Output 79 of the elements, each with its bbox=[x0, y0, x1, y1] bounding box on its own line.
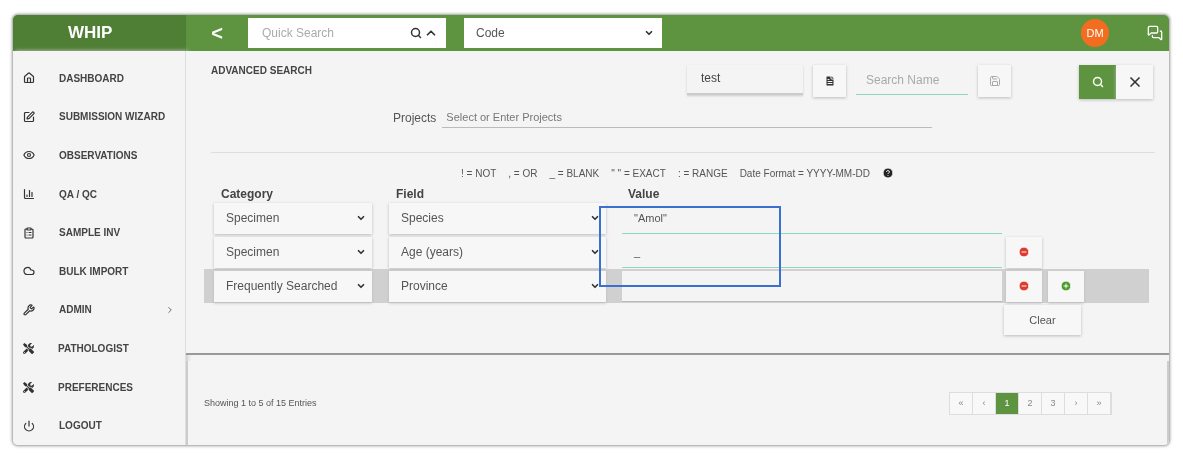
sidebar-item[interactable]: ADMIN bbox=[13, 290, 185, 330]
syntax-hint: : = RANGE bbox=[677, 167, 728, 179]
syntax-hint: " " = EXACT bbox=[611, 167, 666, 179]
bar-chart-icon bbox=[23, 188, 35, 201]
add-row-button[interactable] bbox=[1048, 270, 1084, 302]
projects-label: Projects bbox=[393, 110, 437, 125]
page-button[interactable]: ‹ bbox=[973, 392, 996, 414]
panel-title: ADVANCED SEARCH bbox=[211, 65, 312, 76]
clipboard-icon bbox=[23, 226, 35, 239]
page-button[interactable]: « bbox=[950, 392, 973, 414]
chat-icon[interactable] bbox=[1147, 25, 1163, 41]
category-select[interactable]: Specimen bbox=[214, 236, 372, 268]
caret-down-icon bbox=[356, 281, 366, 291]
help-icon[interactable] bbox=[881, 167, 894, 179]
field-select[interactable]: Province bbox=[389, 270, 606, 302]
eye-icon bbox=[23, 149, 35, 162]
value-field[interactable] bbox=[622, 270, 1002, 302]
plus-circle-icon bbox=[1060, 280, 1072, 292]
caret-down-icon bbox=[356, 213, 366, 223]
app-logo: WHIP bbox=[13, 15, 186, 51]
syntax-hint: ! = NOT bbox=[461, 167, 497, 179]
quick-search-field[interactable]: Quick Search bbox=[248, 18, 446, 48]
page-button[interactable]: » bbox=[1088, 392, 1111, 414]
sidebar-item[interactable]: PATHOLOGIST bbox=[13, 329, 185, 368]
page-button[interactable]: 1 bbox=[996, 392, 1019, 414]
field-select[interactable]: Species bbox=[389, 202, 606, 234]
back-button[interactable]: < bbox=[186, 15, 248, 51]
field-select[interactable]: Age (years) bbox=[389, 236, 606, 268]
caret-down-icon bbox=[590, 247, 600, 257]
clear-button[interactable]: Clear bbox=[1004, 305, 1081, 335]
search-name-field[interactable]: Search Name bbox=[856, 65, 968, 95]
search-icon bbox=[1091, 76, 1104, 88]
remove-row-button[interactable] bbox=[1006, 270, 1042, 302]
column-header: Value bbox=[628, 187, 661, 201]
syntax-hint: , = OR bbox=[508, 167, 538, 179]
sidebar-item[interactable]: DASHBOARD bbox=[13, 59, 185, 98]
column-header: Field bbox=[396, 187, 425, 201]
sidebar-item[interactable]: OBSERVATIONS bbox=[13, 136, 185, 175]
entries-summary: Showing 1 to 5 of 15 Entries bbox=[204, 398, 317, 408]
minus-circle-icon bbox=[1018, 280, 1030, 292]
edit-icon bbox=[23, 110, 35, 123]
load-button[interactable] bbox=[813, 65, 846, 97]
caret-down-icon bbox=[590, 281, 600, 291]
value-field[interactable]: "Amol" bbox=[622, 202, 1002, 234]
syntax-hint: Date Format = YYYY-MM-DD bbox=[739, 167, 870, 179]
minus-circle-icon bbox=[1018, 246, 1030, 258]
category-select[interactable]: Specimen bbox=[214, 202, 372, 234]
sidebar-item[interactable]: SAMPLE INV bbox=[13, 213, 185, 252]
search-icon[interactable] bbox=[410, 27, 422, 39]
category-select[interactable]: Frequently Searched bbox=[214, 270, 372, 302]
power-icon bbox=[23, 419, 35, 432]
sidebar-item[interactable]: PREFERENCES bbox=[13, 367, 185, 407]
code-select[interactable]: Code bbox=[464, 18, 662, 48]
sidebar-item[interactable]: BULK IMPORT bbox=[13, 251, 185, 291]
page-button[interactable]: › bbox=[1065, 392, 1088, 414]
sidebar-item[interactable]: QA / QC bbox=[13, 174, 185, 214]
cloud-icon bbox=[23, 265, 35, 278]
saved-search-field[interactable]: test bbox=[687, 65, 803, 95]
home-icon bbox=[23, 72, 35, 85]
remove-row-button[interactable] bbox=[1006, 236, 1042, 268]
page-button[interactable]: 2 bbox=[1019, 392, 1042, 414]
search-button[interactable] bbox=[1079, 65, 1116, 99]
value-field[interactable]: _ bbox=[622, 236, 1002, 268]
tools-icon bbox=[23, 381, 34, 393]
page-button[interactable]: 3 bbox=[1042, 392, 1065, 414]
syntax-hint: _ = BLANK bbox=[549, 167, 600, 179]
caret-down-icon bbox=[644, 28, 654, 38]
close-button[interactable] bbox=[1116, 65, 1153, 99]
column-header: Category bbox=[221, 187, 274, 201]
sidebar-item[interactable]: SUBMISSION WIZARD bbox=[13, 97, 185, 137]
sidebar-item[interactable]: LOGOUT bbox=[13, 406, 185, 445]
projects-field[interactable]: Select or Enter Projects bbox=[442, 107, 933, 128]
save-button[interactable] bbox=[978, 65, 1011, 97]
caret-down-icon bbox=[590, 213, 600, 223]
tools-icon bbox=[23, 342, 34, 354]
wrench-icon bbox=[23, 303, 35, 316]
chevron-right-icon bbox=[165, 304, 175, 315]
caret-down-icon bbox=[356, 247, 366, 257]
document-icon bbox=[823, 75, 836, 87]
